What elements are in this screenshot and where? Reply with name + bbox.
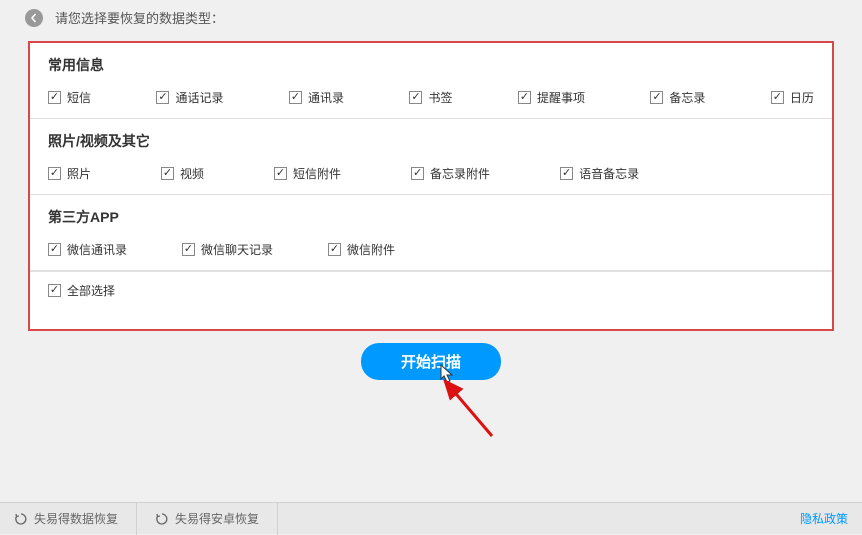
section-thirdparty-title: 第三方APP [30,195,832,233]
checkbox-label: 备忘录 [669,89,705,106]
check-icon [328,243,341,256]
checkbox-sms-attach[interactable]: 短信附件 [274,165,341,182]
check-icon [48,243,61,256]
checkbox-label: 通讯录 [308,89,344,106]
checkbox-label: 照片 [67,165,91,182]
check-icon [48,284,61,297]
common-checkbox-row: 短信 通话记录 通讯录 书签 提醒事项 备忘录 日历 [30,81,832,118]
checkbox-bookmarks[interactable]: 书签 [409,89,452,106]
checkbox-label: 短信 [67,89,91,106]
thirdparty-checkbox-row: 微信通讯录 微信聊天记录 微信附件 [30,233,832,270]
chevron-left-icon [29,13,39,23]
annotation-arrow-icon [437,376,507,446]
check-icon [518,91,531,104]
start-scan-button[interactable]: 开始扫描 [361,343,501,380]
checkbox-notes-attach[interactable]: 备忘录附件 [411,165,490,182]
check-icon [161,167,174,180]
checkbox-label: 微信聊天记录 [201,241,273,258]
checkbox-calendar[interactable]: 日历 [771,89,814,106]
checkbox-videos[interactable]: 视频 [161,165,204,182]
check-icon [48,91,61,104]
check-icon [771,91,784,104]
checkbox-label: 语音备忘录 [579,165,639,182]
cursor-icon [439,363,457,385]
checkbox-label: 短信附件 [293,165,341,182]
checkbox-label: 提醒事项 [537,89,585,106]
checkbox-label: 全部选择 [67,282,115,299]
footer-link-label: 失易得数据恢复 [34,510,118,527]
check-icon [48,167,61,180]
checkbox-contacts[interactable]: 通讯录 [289,89,344,106]
checkbox-wechat-attach[interactable]: 微信附件 [328,241,395,258]
checkbox-wechat-contacts[interactable]: 微信通讯录 [48,241,127,258]
section-media-title: 照片/视频及其它 [30,119,832,157]
checkbox-label: 日历 [790,89,814,106]
media-checkbox-row: 照片 视频 短信附件 备忘录附件 语音备忘录 [30,157,832,194]
back-button[interactable] [25,9,43,27]
header-bar: 请您选择要恢复的数据类型： [0,0,862,35]
checkbox-voice-memo[interactable]: 语音备忘录 [560,165,639,182]
checkbox-label: 微信通讯录 [67,241,127,258]
page-title: 请您选择要恢复的数据类型： [55,8,224,27]
check-icon [156,91,169,104]
select-all-row: 全部选择 [30,271,832,309]
check-icon [182,243,195,256]
check-icon [650,91,663,104]
check-icon [409,91,422,104]
refresh-icon [155,512,169,526]
refresh-icon [14,512,28,526]
checkbox-label: 备忘录附件 [430,165,490,182]
checkbox-select-all[interactable]: 全部选择 [48,282,814,299]
footer-link-data-recovery[interactable]: 失易得数据恢复 [14,503,137,535]
footer-privacy-link[interactable]: 隐私政策 [800,510,848,527]
footer-left: 失易得数据恢复 失易得安卓恢复 [14,503,278,535]
checkbox-reminders[interactable]: 提醒事项 [518,89,585,106]
checkbox-label: 视频 [180,165,204,182]
check-icon [411,167,424,180]
footer-link-label: 失易得安卓恢复 [175,510,259,527]
checkbox-label: 微信附件 [347,241,395,258]
footer-link-android-recovery[interactable]: 失易得安卓恢复 [137,503,278,535]
checkbox-sms[interactable]: 短信 [48,89,91,106]
scan-button-container: 开始扫描 [0,343,862,380]
checkbox-calllog[interactable]: 通话记录 [156,89,223,106]
section-common: 常用信息 短信 通话记录 通讯录 书签 提醒事项 备忘录 日历 [30,43,832,119]
checkbox-label: 通话记录 [175,89,223,106]
footer-bar: 失易得数据恢复 失易得安卓恢复 隐私政策 [0,502,862,534]
checkbox-photos[interactable]: 照片 [48,165,91,182]
check-icon [274,167,287,180]
check-icon [560,167,573,180]
checkbox-notes[interactable]: 备忘录 [650,89,705,106]
checkbox-wechat-chat[interactable]: 微信聊天记录 [182,241,273,258]
checkbox-label: 书签 [428,89,452,106]
check-icon [289,91,302,104]
section-common-title: 常用信息 [30,43,832,81]
section-thirdparty: 第三方APP 微信通讯录 微信聊天记录 微信附件 [30,195,832,271]
data-type-panel: 常用信息 短信 通话记录 通讯录 书签 提醒事项 备忘录 日历 照片/视频及其它… [28,41,834,331]
section-media: 照片/视频及其它 照片 视频 短信附件 备忘录附件 语音备忘录 [30,119,832,195]
